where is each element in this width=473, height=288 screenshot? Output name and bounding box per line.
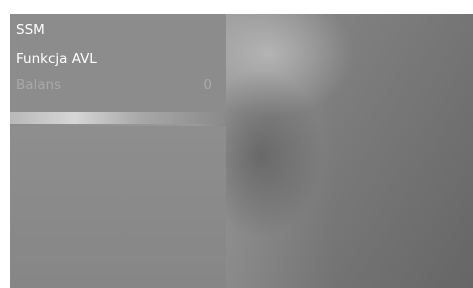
balance-value: 0 (203, 77, 212, 93)
tv-screen: SSM Funkcja AVL Balans 0 (0, 0, 473, 288)
menu-highlight-bar (10, 112, 226, 124)
menu-item-label: Balans (16, 77, 62, 93)
menu-item-balance: Balans 0 (10, 74, 226, 96)
menu-item-ssm[interactable]: SSM (10, 19, 226, 41)
audio-menu-panel: SSM Funkcja AVL Balans 0 (10, 14, 226, 112)
tv-display: SSM Funkcja AVL Balans 0 (10, 14, 473, 288)
menu-item-avl[interactable]: Funkcja AVL (10, 48, 226, 70)
menu-item-label: Funkcja AVL (16, 51, 97, 67)
menu-lower-panel (10, 126, 226, 288)
menu-item-label: SSM (16, 22, 45, 38)
